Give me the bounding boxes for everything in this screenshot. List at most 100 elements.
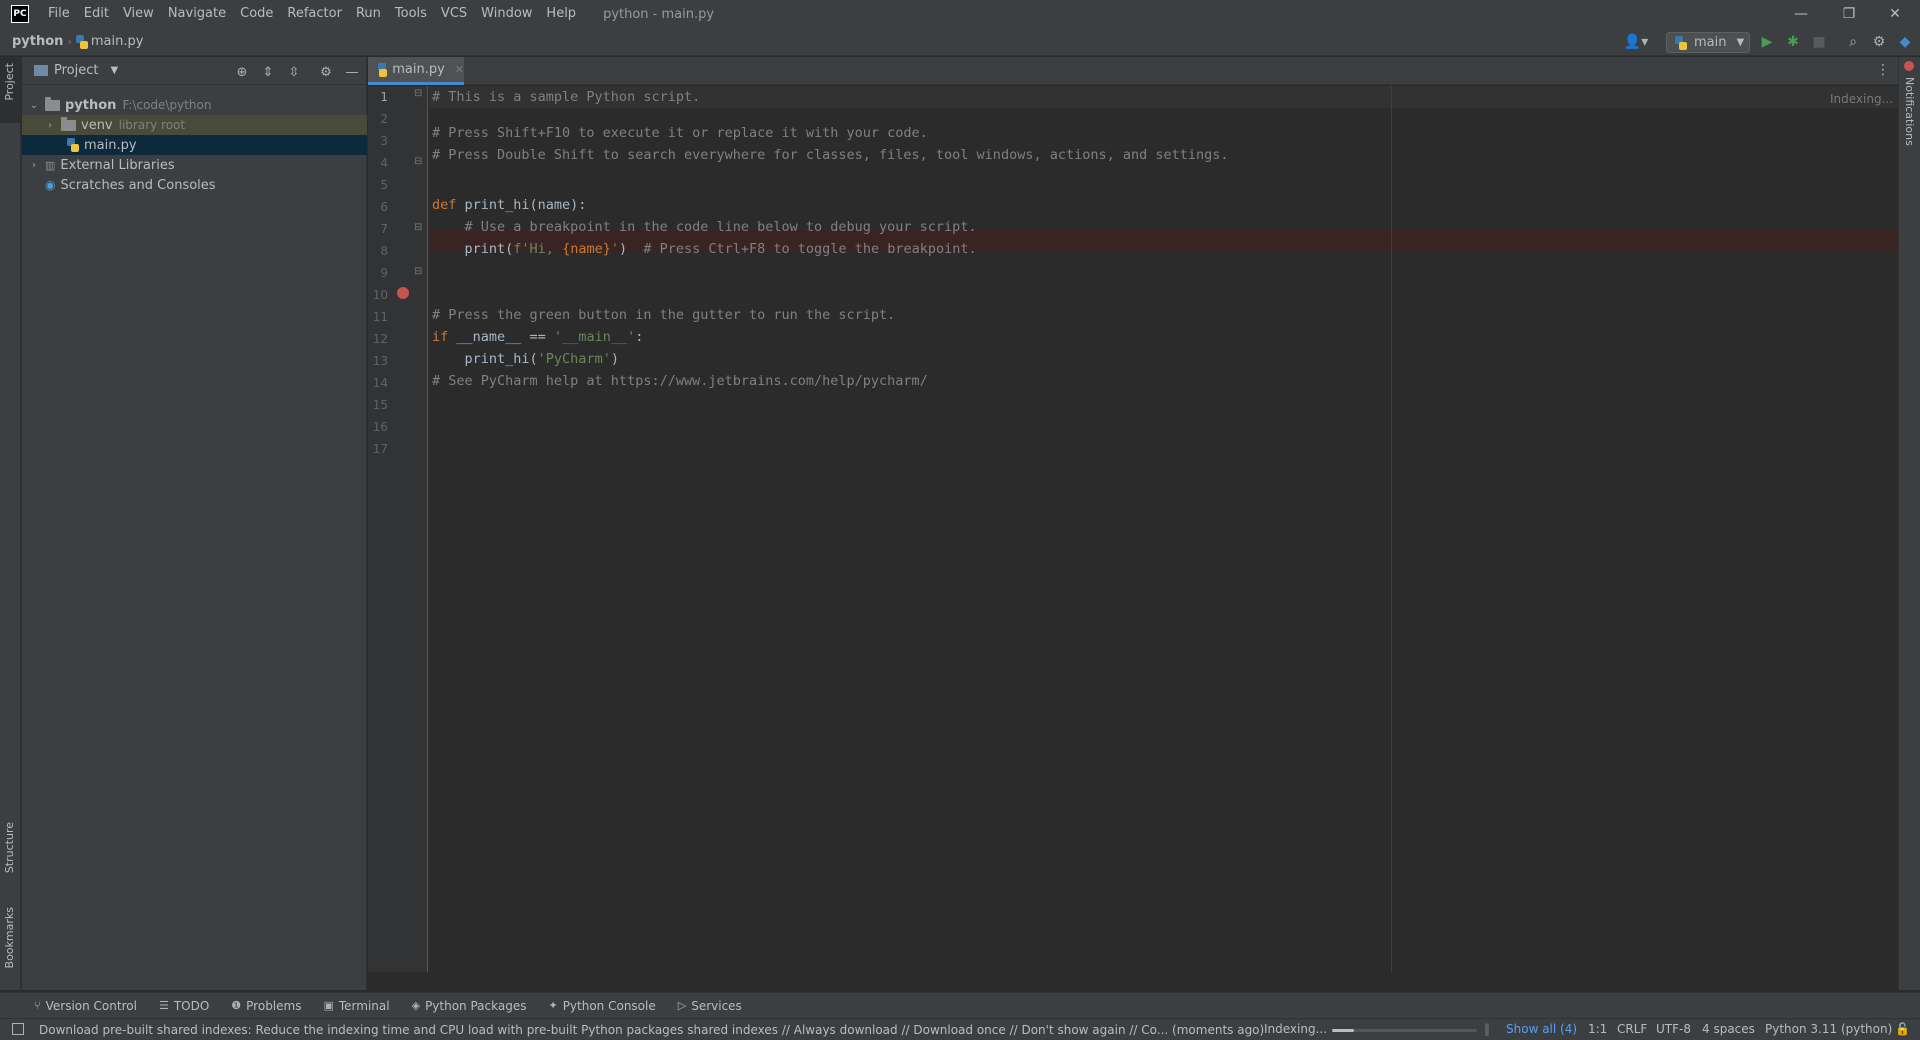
code-line-7: def print_hi(name):	[432, 194, 586, 216]
folder-icon	[61, 116, 76, 131]
code-line-13: if __name__ == '__main__':	[432, 326, 643, 348]
search-icon[interactable]: ⌕	[1844, 33, 1862, 51]
indent-setting[interactable]: 4 spaces	[1702, 1022, 1755, 1036]
menu-view[interactable]: View	[116, 0, 161, 28]
code-line-3: # Press Shift+F10 to execute it or repla…	[432, 125, 928, 141]
tool-problems[interactable]: ❶ Problems	[231, 999, 301, 1013]
code-editor[interactable]: # This is a sample Python script. # Pres…	[429, 86, 1898, 972]
pause-icon[interactable]: ‖	[1484, 1022, 1490, 1036]
status-message[interactable]: Download pre-built shared indexes: Reduc…	[39, 1023, 1264, 1037]
tool-label: Version Control	[45, 998, 137, 1013]
code-text: :	[635, 329, 644, 345]
python-file-icon	[67, 138, 79, 152]
tool-python-packages[interactable]: ◈ Python Packages	[412, 999, 527, 1013]
menu-tools[interactable]: Tools	[388, 0, 434, 28]
python-interpreter[interactable]: Python 3.11 (python)	[1765, 1022, 1892, 1036]
code-line-12: # Press the green button in the gutter t…	[432, 307, 896, 323]
chevron-down-icon[interactable]: ▼	[110, 65, 118, 76]
hide-panel-icon[interactable]: —	[344, 64, 360, 80]
tree-item-python[interactable]: ⌄ python F:\code\python	[22, 95, 367, 115]
tab-main-py[interactable]: main.py ✕	[368, 57, 464, 85]
lock-icon[interactable]: 🔓	[1895, 1022, 1910, 1036]
menu-refactor[interactable]: Refactor	[280, 0, 349, 28]
notification-bell-icon[interactable]	[1904, 61, 1914, 71]
pycharm-logo-icon: PC	[11, 5, 29, 23]
tool-todo[interactable]: ☰ TODO	[159, 999, 209, 1013]
string: '__main__'	[553, 329, 636, 345]
tool-services[interactable]: ▷ Services	[678, 999, 742, 1013]
menu-file[interactable]: File	[41, 0, 77, 28]
debug-icon[interactable]: ✱	[1784, 33, 1802, 51]
indexing-progress-bar	[1332, 1029, 1477, 1032]
more-options-icon[interactable]: ⋮	[1876, 62, 1890, 78]
tool-terminal[interactable]: ▣ Terminal	[323, 999, 389, 1013]
line-number: 2	[380, 112, 388, 126]
fold-icon[interactable]: ⊟	[414, 156, 422, 167]
jetbrains-toolbox-icon[interactable]: ◆	[1896, 33, 1914, 51]
settings-icon[interactable]: ⚙	[1870, 33, 1888, 51]
line-number: 14	[372, 376, 388, 390]
breadcrumb-project[interactable]: python	[12, 34, 63, 49]
chevron-down-icon[interactable]: ⌄	[27, 100, 41, 111]
run-configuration-select[interactable]: main ▼	[1666, 32, 1750, 53]
tree-item-venv[interactable]: › venv library root	[22, 115, 367, 135]
list-icon: ☰	[158, 999, 169, 1012]
structure-tool-button[interactable]: Structure	[3, 822, 16, 873]
close-tab-icon[interactable]: ✕	[455, 63, 464, 76]
menu-help[interactable]: Help	[539, 0, 583, 28]
menu-vcs[interactable]: VCS	[434, 0, 474, 28]
notifications-tool-button[interactable]: Notifications	[1903, 77, 1916, 146]
locate-file-icon[interactable]: ⊕	[234, 64, 250, 80]
gear-icon[interactable]: ⚙	[318, 64, 334, 80]
tool-python-console[interactable]: ✦ Python Console	[548, 999, 655, 1013]
toggle-tool-windows-icon[interactable]	[12, 1023, 24, 1035]
breadcrumb-file[interactable]: main.py	[91, 34, 144, 49]
collapse-all-icon[interactable]: ⇳	[286, 64, 302, 80]
tool-label: Python Packages	[425, 998, 527, 1013]
line-separator[interactable]: CRLF	[1617, 1022, 1647, 1036]
menu-window[interactable]: Window	[474, 0, 539, 28]
tree-item-scratches[interactable]: ◉ Scratches and Consoles	[22, 175, 367, 195]
chevron-right-icon[interactable]: ›	[27, 160, 41, 171]
fold-icon[interactable]: ⊟	[414, 266, 422, 277]
line-number: 10	[372, 288, 388, 302]
menu-code[interactable]: Code	[233, 0, 280, 28]
line-number: 13	[372, 354, 388, 368]
fold-icon[interactable]: ⊟	[414, 222, 422, 233]
file-encoding[interactable]: UTF-8	[1656, 1022, 1691, 1036]
tree-item-label: External Libraries	[60, 157, 175, 173]
show-all-link[interactable]: Show all (4)	[1506, 1022, 1577, 1036]
right-margin-guide	[1391, 86, 1392, 972]
line-number: 9	[380, 266, 388, 280]
bookmarks-tool-button[interactable]: Bookmarks	[3, 907, 16, 968]
tree-item-external-libraries[interactable]: › ▥ External Libraries	[22, 155, 367, 175]
terminal-icon: ▣	[323, 999, 334, 1012]
line-number: 16	[372, 420, 388, 434]
expand-all-icon[interactable]: ⇕	[260, 64, 276, 80]
editor-indexing-label: Indexing...	[1830, 92, 1894, 106]
editor-gutter[interactable]: 1 2 3 4 5 6 7 8 9 10 11 12 13 14 15 16 1…	[368, 86, 428, 972]
menu-edit[interactable]: Edit	[77, 0, 116, 28]
run-icon[interactable]: ▶	[1758, 33, 1776, 51]
code-line-16: # See PyCharm help at https://www.jetbra…	[432, 373, 928, 389]
indexing-status: Indexing...	[1264, 1022, 1328, 1036]
close-icon[interactable]: ✕	[1872, 0, 1918, 28]
tool-label: Services	[691, 998, 742, 1013]
branch-icon: ⑂	[34, 999, 41, 1012]
tree-item-hint: library root	[118, 118, 186, 132]
breakpoint-icon[interactable]	[397, 287, 409, 299]
tool-version-control[interactable]: ⑂ Version Control	[34, 999, 137, 1013]
menu-navigate[interactable]: Navigate	[161, 0, 233, 28]
menu-run[interactable]: Run	[349, 0, 388, 28]
minimize-icon[interactable]: —	[1778, 0, 1824, 28]
vcs-user-icon[interactable]: 👤▾	[1622, 33, 1650, 51]
stop-icon[interactable]: ■	[1810, 33, 1828, 51]
tree-item-main-py[interactable]: main.py	[22, 135, 367, 155]
caret-position[interactable]: 1:1	[1588, 1022, 1607, 1036]
fold-icon[interactable]: ⊟	[414, 88, 422, 99]
code-text: print_hi(name):	[456, 197, 587, 213]
restore-icon[interactable]: ❐	[1826, 0, 1872, 28]
project-tool-button[interactable]: Project	[3, 63, 16, 101]
project-panel-title[interactable]: Project	[54, 63, 98, 78]
chevron-right-icon[interactable]: ›	[43, 120, 57, 131]
